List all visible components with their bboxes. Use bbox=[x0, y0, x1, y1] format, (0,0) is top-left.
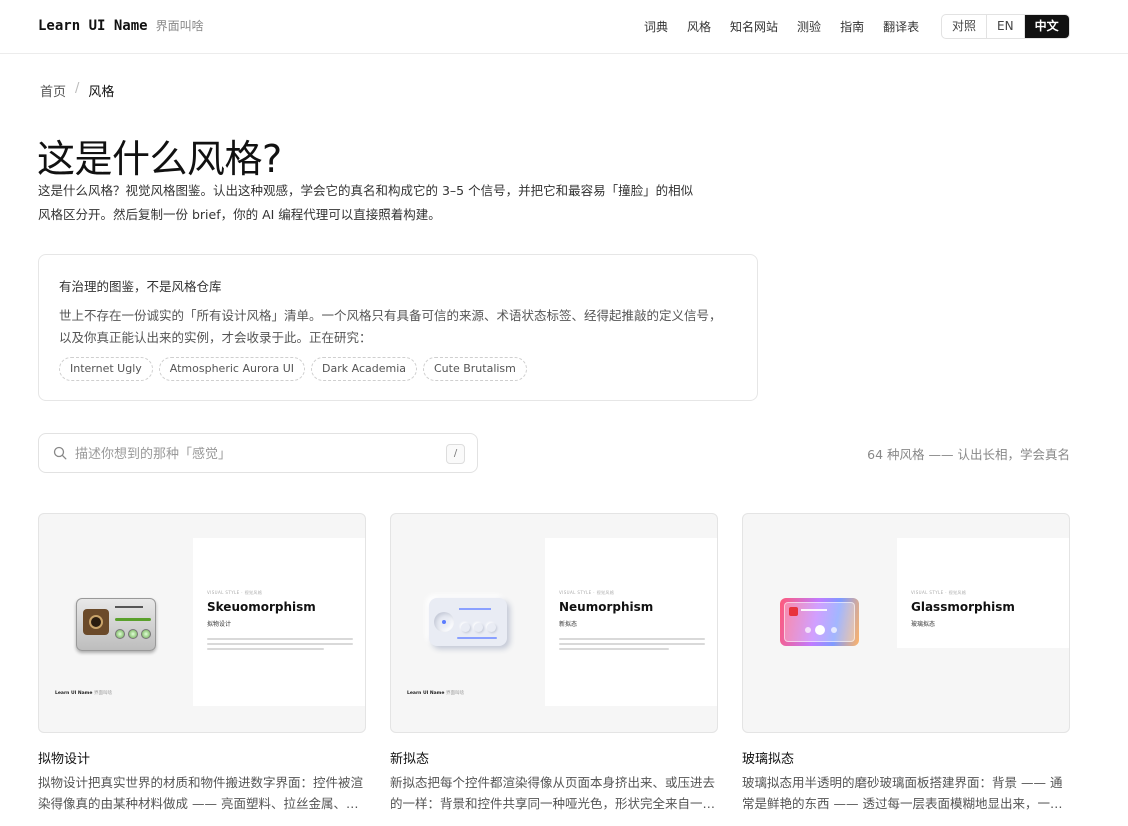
search-input[interactable] bbox=[75, 443, 435, 465]
language-switcher: 对照 EN 中文 bbox=[941, 14, 1070, 39]
card-description: 玻璃拟态用半透明的磨砂玻璃面板搭建界面：背景 —— 通常是鲜艳的东西 —— 透过… bbox=[742, 775, 1063, 811]
style-card-glassmorphism[interactable]: VISUAL STYLE · 视觉风格 Glassmorphism 玻璃拟态 玻… bbox=[742, 513, 1070, 814]
prev-button-preview bbox=[805, 627, 811, 633]
thumb-kicker: VISUAL STYLE · 视觉风格 bbox=[559, 590, 615, 595]
next-button-preview bbox=[487, 623, 496, 632]
prev-button-preview bbox=[461, 623, 470, 632]
thumb-brand: Learn UI Name 界面叫啥 bbox=[55, 691, 112, 696]
search-icon bbox=[53, 446, 67, 460]
breadcrumb: 首页 / 风格 bbox=[40, 81, 114, 100]
lang-option-zh[interactable]: 中文 bbox=[1024, 15, 1069, 38]
next-button-preview bbox=[141, 629, 151, 639]
brand-logo[interactable]: Learn UI Name 界面叫啥 bbox=[38, 17, 204, 34]
style-search: / bbox=[38, 433, 478, 473]
thumb-text-panel: VISUAL STYLE · 视觉风格 Neumorphism 新拟态 bbox=[545, 538, 717, 706]
thumb-title: Skeuomorphism bbox=[207, 600, 316, 614]
notice-body: 世上不存在一份诚实的「所有设计风格」清单。一个风格只有具备可信的来源、术语状态标… bbox=[59, 308, 722, 345]
keyboard-shortcut-hint: / bbox=[446, 444, 465, 464]
card-description: 新拟态把每个控件都渲染得像从页面本身挤出来、或压进去的一样：背景和控件共享同一种… bbox=[390, 775, 716, 811]
thumb-title: Neumorphism bbox=[559, 600, 654, 614]
play-button-preview bbox=[474, 623, 483, 632]
thumb-subtitle: 新拟态 bbox=[559, 621, 578, 628]
notice-title: 有治理的图鉴，不是风格仓库 bbox=[59, 279, 222, 294]
card-title: 新拟态 bbox=[390, 752, 430, 767]
card-thumbnail: Learn UI Name 界面叫啥 VISUAL STYLE · 视觉风格 N… bbox=[390, 513, 718, 733]
lang-option-en[interactable]: EN bbox=[987, 15, 1025, 38]
card-description: 拟物设计把真实世界的材质和物件搬进数字界面：控件被渲染得像真的由某种材料做成 —… bbox=[38, 775, 364, 811]
card-title: 拟物设计 bbox=[38, 752, 91, 767]
thumb-body-text bbox=[207, 638, 353, 653]
frosted-panel bbox=[784, 602, 855, 642]
track-label bbox=[801, 609, 827, 611]
volume-slider bbox=[457, 637, 497, 639]
thumb-subtitle: 拟物设计 bbox=[207, 621, 232, 628]
play-button-preview bbox=[815, 625, 825, 635]
style-card-neumorphism[interactable]: Learn UI Name 界面叫啥 VISUAL STYLE · 视觉风格 N… bbox=[390, 513, 718, 814]
nav-item-translation-table[interactable]: 翻译表 bbox=[883, 18, 919, 35]
thumb-body-text bbox=[559, 638, 705, 653]
card-thumbnail: Learn UI Name 界面叫啥 VISUAL STYLE · 视觉风格 S… bbox=[38, 513, 366, 733]
brand-name: Learn UI Name bbox=[38, 18, 148, 34]
nav-item-styles[interactable]: 风格 bbox=[687, 18, 711, 35]
chip-cute-brutalism[interactable]: Cute Brutalism bbox=[423, 357, 527, 381]
dial-knob bbox=[434, 612, 454, 632]
lang-option-compare[interactable]: 对照 bbox=[942, 15, 988, 38]
chip-internet-ugly[interactable]: Internet Ugly bbox=[59, 357, 153, 381]
top-header: Learn UI Name 界面叫啥 词典 风格 知名网站 测验 指南 翻译表 … bbox=[0, 0, 1128, 54]
card-thumbnail: VISUAL STYLE · 视觉风格 Glassmorphism 玻璃拟态 bbox=[742, 513, 1070, 733]
page-title: 这是什么风格? bbox=[37, 137, 282, 181]
page-intro: 这是什么风格？视觉风格图鉴。认出这种观感，学会它的真名和构成它的 3–5 个信号… bbox=[38, 183, 694, 222]
nav-item-guide[interactable]: 指南 bbox=[840, 18, 864, 35]
skeuomorphic-player-preview bbox=[76, 598, 156, 651]
play-button-preview bbox=[128, 629, 138, 639]
nav-item-famous-sites[interactable]: 知名网站 bbox=[730, 18, 778, 35]
chip-atmospheric-aurora-ui[interactable]: Atmospheric Aurora UI bbox=[158, 357, 306, 381]
neumorphic-player-preview bbox=[429, 598, 507, 646]
thumb-subtitle: 玻璃拟态 bbox=[911, 621, 936, 628]
thumb-title: Glassmorphism bbox=[911, 600, 1015, 614]
main-nav: 词典 风格 知名网站 测验 指南 翻译表 bbox=[644, 18, 919, 35]
researching-chips: Internet Ugly Atmospheric Aurora UI Dark… bbox=[59, 357, 737, 381]
thumb-kicker: VISUAL STYLE · 视觉风格 bbox=[911, 590, 967, 595]
glass-player-preview bbox=[780, 598, 859, 646]
track-label bbox=[459, 608, 491, 610]
chip-dark-academia[interactable]: Dark Academia bbox=[311, 357, 417, 381]
progress-bar bbox=[115, 618, 151, 621]
track-label bbox=[115, 606, 143, 608]
curation-notice: 有治理的图鉴，不是风格仓库 世上不存在一份诚实的「所有设计风格」清单。一个风格只… bbox=[38, 254, 758, 401]
thumb-brand: Learn UI Name 界面叫啥 bbox=[407, 691, 464, 696]
style-card-skeuomorphism[interactable]: Learn UI Name 界面叫啥 VISUAL STYLE · 视觉风格 S… bbox=[38, 513, 366, 814]
brand-subtitle: 界面叫啥 bbox=[155, 19, 204, 33]
breadcrumb-separator: / bbox=[75, 81, 80, 96]
breadcrumb-home[interactable]: 首页 bbox=[40, 81, 66, 100]
prev-button-preview bbox=[115, 629, 125, 639]
next-button-preview bbox=[831, 627, 837, 633]
nav-item-dictionary[interactable]: 词典 bbox=[644, 18, 668, 35]
thumb-kicker: VISUAL STYLE · 视觉风格 bbox=[207, 590, 263, 595]
thumb-text-panel: VISUAL STYLE · 视觉风格 Glassmorphism 玻璃拟态 bbox=[897, 538, 1069, 648]
album-art bbox=[83, 609, 109, 635]
thumb-text-panel: VISUAL STYLE · 视觉风格 Skeuomorphism 拟物设计 bbox=[193, 538, 365, 706]
breadcrumb-current: 风格 bbox=[88, 85, 115, 100]
app-icon bbox=[789, 607, 798, 616]
card-title: 玻璃拟态 bbox=[742, 752, 795, 767]
nav-item-quiz[interactable]: 测验 bbox=[797, 18, 821, 35]
style-count: 64 种风格 —— 认出长相，学会真名 bbox=[867, 447, 1070, 462]
